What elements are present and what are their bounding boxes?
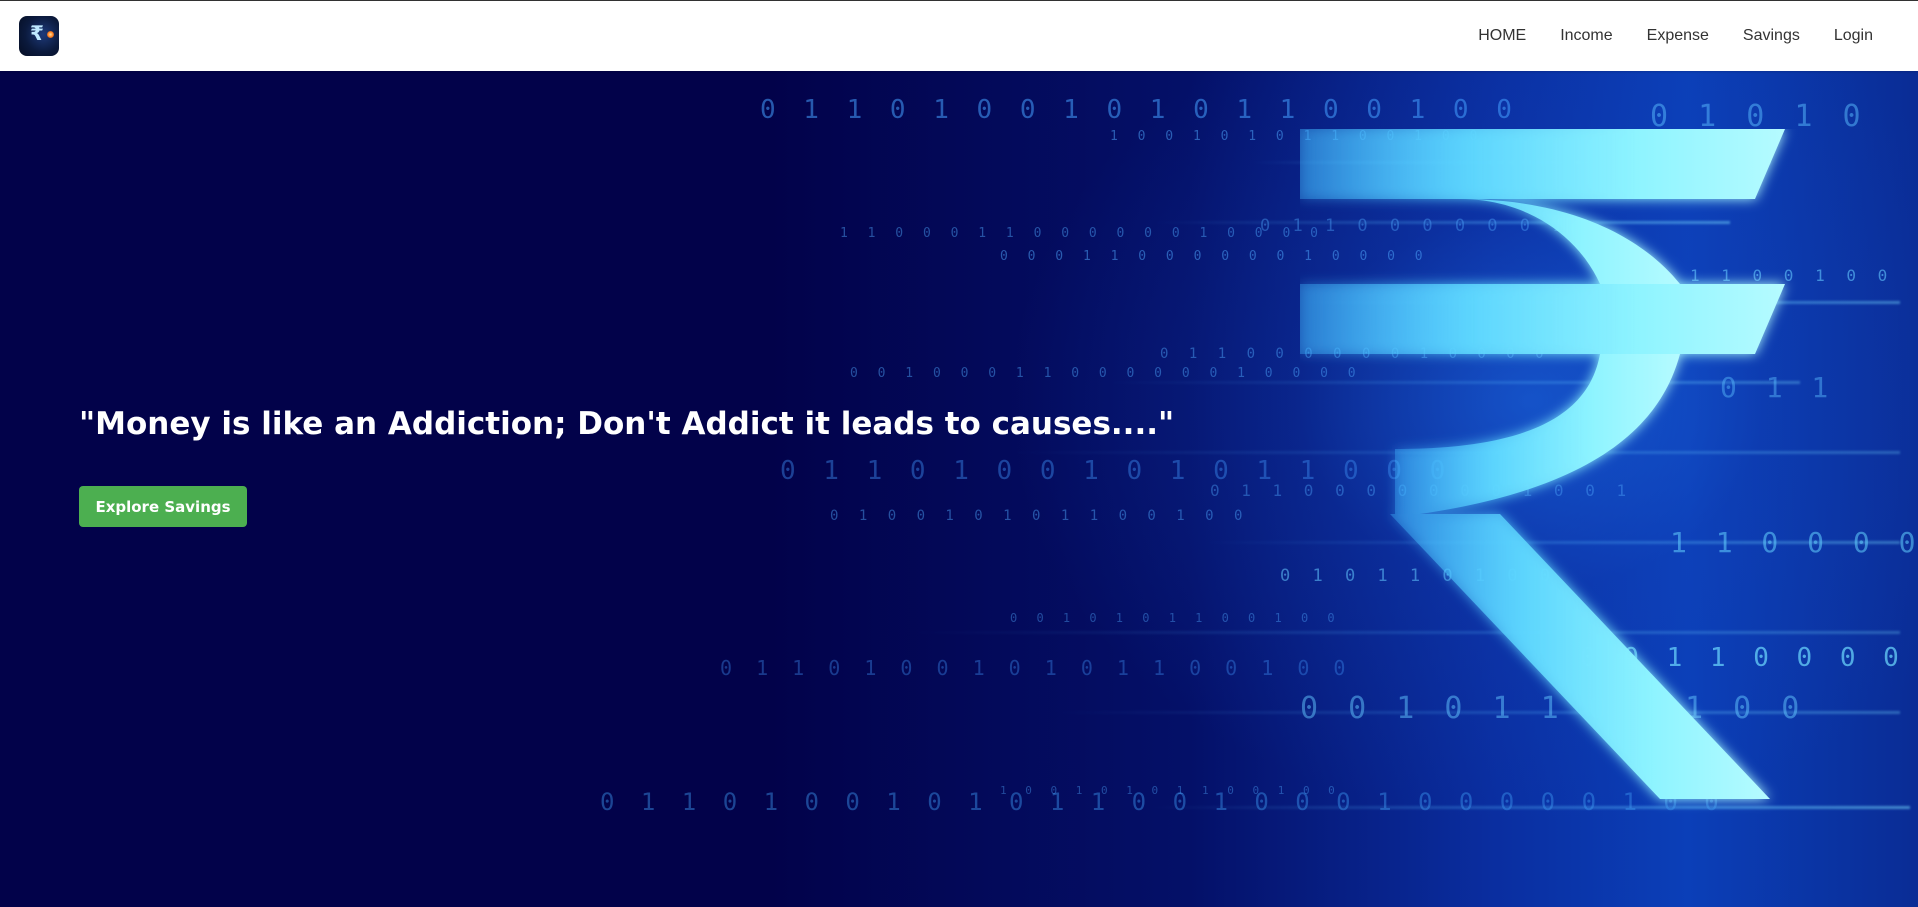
nav-link-income[interactable]: Income [1543,27,1629,45]
binary-text: 1 0 0 1 0 1 0 1 1 0 0 1 0 0 [1000,784,1341,797]
binary-text: 1 1 0 0 0 1 1 0 0 0 0 0 0 1 0 0 0 0 [840,226,1324,241]
navbar: ₹ HOME Income Expense Savings Login [0,1,1918,71]
nav-link-home[interactable]: HOME [1461,27,1543,45]
hero-banner: 0 1 1 0 1 0 0 1 0 1 0 1 1 0 0 1 0 0 1 0 … [0,71,1918,907]
rupee-logo-icon[interactable]: ₹ [19,16,59,56]
hero-quote: "Money is like an Addiction; Don't Addic… [79,406,1175,442]
nav-link-login[interactable]: Login [1817,27,1890,45]
binary-text: 0 1 1 0 1 0 0 1 0 1 0 1 1 0 0 1 0 0 [760,95,1518,125]
binary-text: 0 0 1 0 0 0 1 1 0 0 0 0 0 0 1 0 0 0 0 [850,366,1362,381]
nav-link-expense[interactable]: Expense [1630,27,1726,45]
nav-links: HOME Income Expense Savings Login [1461,1,1890,71]
binary-text: 0 0 1 0 1 0 1 1 0 0 1 0 0 [1010,611,1341,625]
rupee-icon [1300,129,1785,799]
binary-text: 0 1 0 0 1 0 1 0 1 1 0 0 1 0 0 [830,508,1249,524]
nav-link-savings[interactable]: Savings [1726,27,1817,45]
binary-text: 0 1 1 0 1 0 0 1 0 1 0 1 1 0 0 1 0 0 [720,656,1352,680]
explore-savings-button[interactable]: Explore Savings [79,486,247,527]
